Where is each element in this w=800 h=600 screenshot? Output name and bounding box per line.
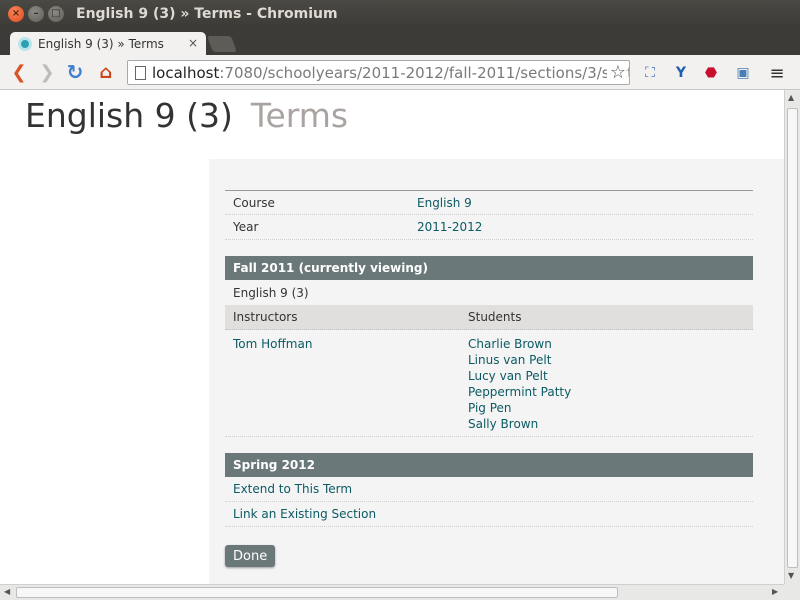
extend-to-term-link[interactable]: Extend to This Term [233,482,352,496]
students-list: Charlie Brown Linus van Pelt Lucy van Pe… [468,336,571,432]
window-close-button[interactable]: × [8,6,24,22]
info-label: Year [233,220,259,234]
page-icon [135,66,146,80]
year-link[interactable]: 2011-2012 [417,220,482,234]
reload-button[interactable]: ↻ [64,60,86,84]
students-header: Students [468,310,522,324]
page-heading: English 9 (3) Terms [25,96,348,135]
url-host: localhost [152,63,220,82]
scroll-down-icon[interactable]: ▼ [788,571,794,580]
window-maximize-button[interactable]: □ [48,6,64,22]
student-link[interactable]: Pig Pen [468,401,512,415]
adblock-extension-icon[interactable]: ⬣ [701,63,721,83]
people-column-header: Instructors Students [225,305,753,330]
new-tab-button[interactable] [207,36,237,52]
course-link[interactable]: English 9 [417,196,472,210]
student-link[interactable]: Lucy van Pelt [468,369,548,383]
url-path: :7080/schoolyears/2011-2012/fall-2011/se… [219,63,630,82]
browser-tab[interactable]: English 9 (3) » Terms × [10,32,206,55]
y-extension-icon[interactable]: Y [671,63,691,83]
back-button[interactable]: ❮ [8,61,30,83]
scroll-right-icon[interactable]: ▶ [772,587,778,596]
link-existing-section-link[interactable]: Link an Existing Section [233,507,376,521]
scroll-up-icon[interactable]: ▲ [788,93,794,102]
home-button[interactable]: ⌂ [95,61,117,83]
window-minimize-button[interactable]: – [28,6,44,22]
address-bar[interactable]: localhost:7080/schoolyears/2011-2012/fal… [127,60,630,85]
instructor-link[interactable]: Tom Hoffman [233,337,312,351]
scroll-corner [784,584,800,600]
tab-close-icon[interactable]: × [188,36,198,50]
next-term-header: Spring 2012 [225,453,753,477]
done-button[interactable]: Done [225,545,276,567]
student-link[interactable]: Charlie Brown [468,337,552,351]
page-subtitle: Terms [250,96,349,135]
student-link[interactable]: Sally Brown [468,417,538,431]
vertical-scrollbar[interactable]: ▲ ▼ [784,90,800,584]
fullscreen-extension-icon[interactable]: ⛶ [640,63,660,83]
forward-button[interactable]: ❯ [36,61,58,83]
window-extension-icon[interactable]: ▣ [733,63,753,83]
horizontal-scrollbar[interactable]: ◀ ▶ [0,584,784,600]
window-controls: × – □ [8,6,64,22]
favicon-icon [18,36,32,51]
people-row: Tom Hoffman Charlie Brown Linus van Pelt… [225,330,753,437]
menu-icon[interactable]: ≡ [767,63,787,84]
info-row-year: Year 2011-2012 [225,215,753,240]
info-label: Course [233,195,275,210]
action-row: Link an Existing Section [225,502,753,527]
student-link[interactable]: Linus van Pelt [468,353,551,367]
window-titlebar: × – □ English 9 (3) » Terms - Chromium [0,0,800,29]
browser-toolbar: ❮ ❯ ↻ ⌂ localhost:7080/schoolyears/2011-… [0,55,800,90]
action-row: Extend to This Term [225,477,753,502]
scroll-left-icon[interactable]: ◀ [4,587,10,596]
vertical-scroll-thumb[interactable] [787,108,798,568]
current-section-name: English 9 (3) [233,285,309,300]
bookmark-star-icon[interactable]: ☆ [606,62,626,83]
tab-strip: English 9 (3) » Terms × [0,29,800,55]
window-title: English 9 (3) » Terms - Chromium [76,6,338,22]
page-viewport: English 9 (3) Terms Course English 9 Year… [0,90,784,584]
horizontal-scroll-thumb[interactable] [16,587,618,598]
instructors-header: Instructors [233,310,298,324]
tab-title: English 9 (3) » Terms [38,36,164,51]
section-details: Course English 9 Year 2011-2012 Fall 201… [225,190,753,527]
info-row-course: Course English 9 [225,190,753,215]
student-link[interactable]: Peppermint Patty [468,385,571,399]
page-title: English 9 (3) [25,96,233,135]
current-term-header: Fall 2011 (currently viewing) [225,256,753,280]
instructors-list: Tom Hoffman [233,336,468,432]
